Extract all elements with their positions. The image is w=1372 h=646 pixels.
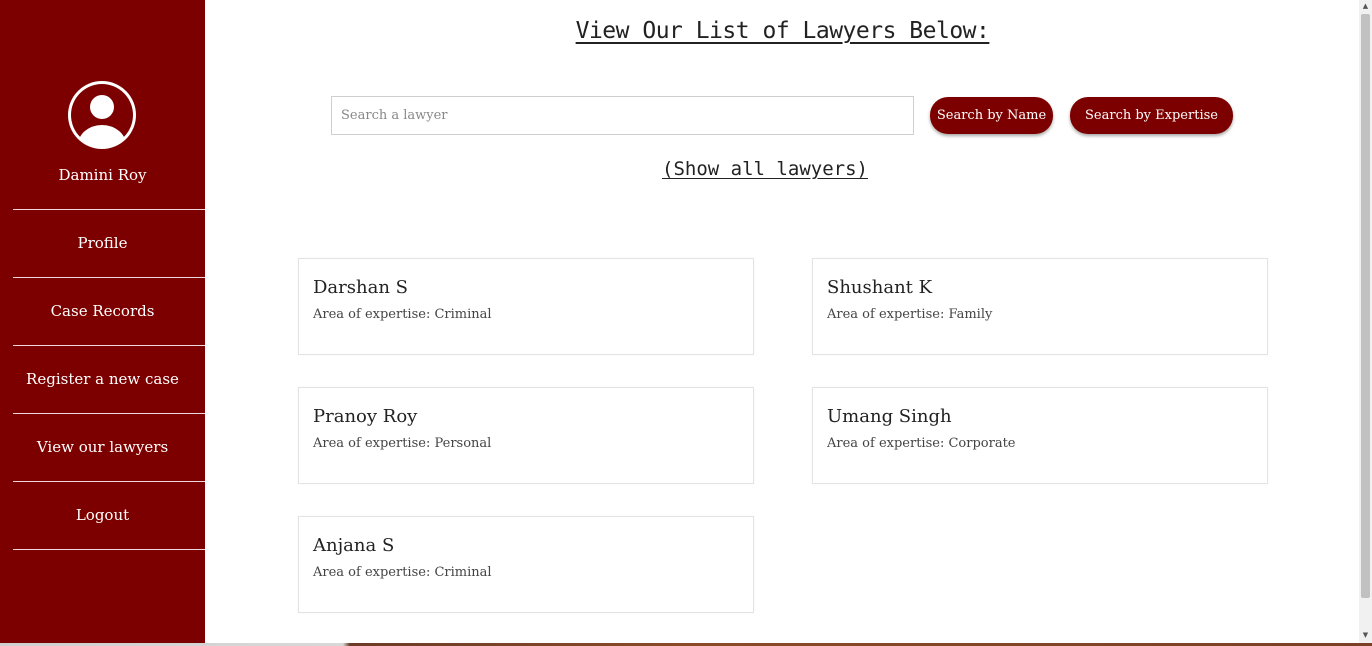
sidebar: Damini Roy Profile Case Records Register…	[0, 0, 205, 643]
scroll-thumb[interactable]	[1361, 14, 1370, 598]
sidebar-item-case-records[interactable]: Case Records	[0, 277, 205, 344]
lawyer-card: Umang Singh Area of expertise: Corporate	[812, 387, 1268, 484]
scroll-up-icon[interactable]: ▲	[1359, 0, 1372, 12]
lawyer-expertise: Area of expertise: Personal	[313, 436, 492, 451]
lawyer-card: Anjana S Area of expertise: Criminal	[298, 516, 754, 613]
sidebar-item-register-case[interactable]: Register a new case	[0, 345, 205, 412]
scroll-down-icon[interactable]: ▼	[1359, 629, 1372, 641]
sidebar-item-view-lawyers[interactable]: View our lawyers	[0, 413, 205, 480]
user-circle-icon	[66, 79, 138, 151]
lawyer-card: Darshan S Area of expertise: Criminal	[298, 258, 754, 355]
lawyer-name: Shushant K	[827, 277, 933, 298]
lawyer-expertise: Area of expertise: Criminal	[313, 565, 492, 580]
vertical-scrollbar[interactable]: ▲ ▼	[1359, 0, 1372, 643]
lawyer-name: Anjana S	[313, 535, 395, 556]
lawyer-card: Pranoy Roy Area of expertise: Personal	[298, 387, 754, 484]
lawyer-name: Pranoy Roy	[313, 406, 418, 427]
search-input[interactable]	[331, 96, 914, 135]
page-title: View Our List of Lawyers Below:	[575, 18, 990, 44]
sidebar-item-profile[interactable]: Profile	[0, 209, 205, 276]
lawyer-expertise: Area of expertise: Criminal	[313, 307, 492, 322]
user-name: Damini Roy	[58, 166, 147, 184]
sidebar-item-logout[interactable]: Logout	[0, 481, 205, 548]
lawyer-expertise: Area of expertise: Corporate	[827, 436, 1016, 451]
lawyer-card: Shushant K Area of expertise: Family	[812, 258, 1268, 355]
page: Damini Roy Profile Case Records Register…	[0, 0, 1372, 646]
lawyer-name: Umang Singh	[827, 406, 952, 427]
lawyer-expertise: Area of expertise: Family	[827, 307, 993, 322]
lawyer-name: Darshan S	[313, 277, 408, 298]
search-by-expertise-button[interactable]: Search by Expertise	[1070, 97, 1233, 134]
search-by-name-button[interactable]: Search by Name	[930, 97, 1053, 134]
show-all-lawyers-text[interactable]: (Show all lawyers)	[662, 158, 868, 180]
show-all-lawyers-link: (Show all lawyers)	[205, 158, 1325, 180]
nav-divider	[13, 549, 205, 550]
